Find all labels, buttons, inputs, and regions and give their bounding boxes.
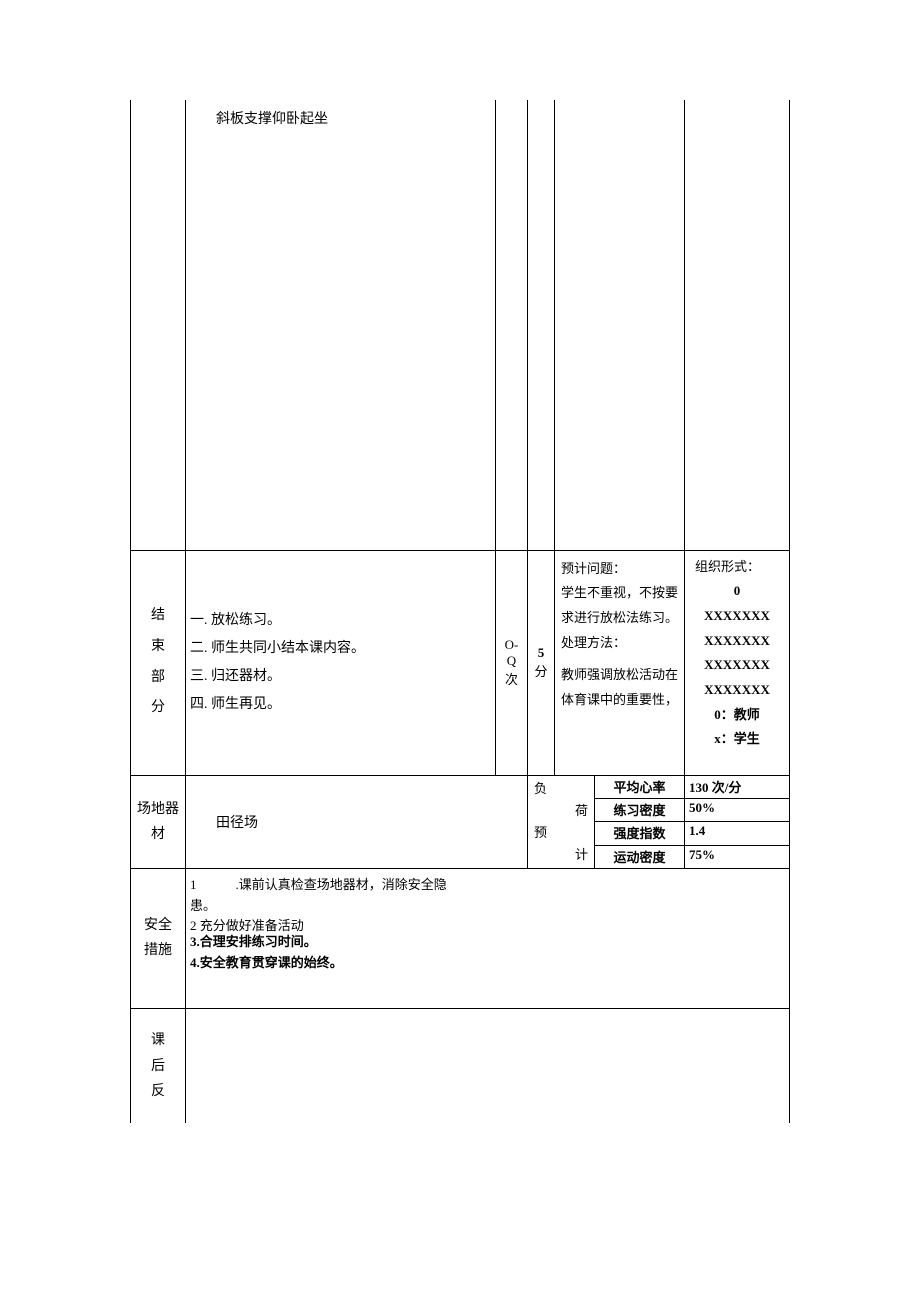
conclusion-org: 组织形式： 0 XXXXXXX XXXXXXX XXXXXXX XXXXXXX … <box>685 550 790 775</box>
org-x-3: XXXXXXX <box>691 653 783 678</box>
avg-hr-label: 平均心率 <box>595 775 685 798</box>
safety-item-3: 3.合理安排练习时间。 <box>190 932 450 953</box>
method-body: 教师强调放松活动在体育课中的重要性， <box>561 663 678 712</box>
org-x-2: XXXXXXX <box>691 629 783 654</box>
safety-label: 安全 措施 <box>131 868 186 1008</box>
method-title: 处理方法： <box>561 631 678 656</box>
conclusion-section-label: 结 束 部 分 <box>131 550 186 775</box>
motion-label: 运动密度 <box>595 845 685 868</box>
row1-reps <box>496 100 528 550</box>
time-text: 5 <box>538 645 545 660</box>
avg-hr-val: 130 次/分 <box>685 775 790 798</box>
conclusion-label-2: 束 <box>151 639 165 654</box>
conclusion-reps: O-Q 次 <box>496 550 528 775</box>
venue-text: 田径场 <box>216 816 258 831</box>
intensity-val: 1.4 <box>685 822 790 845</box>
org-legend-student: x：学生 <box>691 727 783 752</box>
row1-org <box>685 100 790 550</box>
org-x-1: XXXXXXX <box>691 604 783 629</box>
conclusion-item-4: 四. 师生再见。 <box>190 691 491 719</box>
conclusion-item-3: 三. 归还器材。 <box>190 663 491 691</box>
safety-item-1: 1 .课前认真检查场地器材，消除安全隐患。 <box>190 875 450 917</box>
intensity-label: 强度指数 <box>595 822 685 845</box>
conclusion-item-1: 一. 放松练习。 <box>190 607 491 635</box>
safety-item-2: 2 充分做好准备活动 <box>190 916 450 932</box>
reps-text: O-Q <box>505 637 519 668</box>
org-legend-teacher: 0：教师 <box>691 703 783 728</box>
time-unit: 分 <box>534 664 547 679</box>
row1-col1 <box>131 100 186 550</box>
load-l4: 计 <box>534 844 588 866</box>
venue-value: 田径场 <box>186 775 528 868</box>
venue-label: 场地器 材 <box>131 775 186 868</box>
row1-time <box>528 100 555 550</box>
conclusion-item-2: 二. 师生共同小结本课内容。 <box>190 635 491 663</box>
org-x-4: XXXXXXX <box>691 678 783 703</box>
conclusion-label-3: 部 <box>151 670 165 685</box>
row1-text: 斜板支撑仰卧起坐 <box>216 112 328 127</box>
load-l1: 负 <box>534 778 588 800</box>
density-label: 练习密度 <box>595 798 685 821</box>
reflection-content <box>186 1008 790 1123</box>
conclusion-time: 5 分 <box>528 550 555 775</box>
row1-problem <box>555 100 685 550</box>
problem-title: 预计问题： <box>561 557 678 582</box>
conclusion-label-4: 分 <box>151 700 165 715</box>
conclusion-problem: 预计问题： 学生不重视，不按要求进行放松法练习。 处理方法： 教师强调放松活动在… <box>555 550 685 775</box>
safety-item-4: 4.安全教育贯穿课的始终。 <box>190 953 450 974</box>
org-title: 组织形式： <box>691 555 783 580</box>
problem-body: 学生不重视，不按要求进行放松法练习。 <box>561 581 678 630</box>
load-l2: 荷 <box>534 800 588 822</box>
load-l3: 预 <box>534 822 588 844</box>
conclusion-label-1: 结 <box>151 608 165 623</box>
motion-val: 75% <box>685 845 790 868</box>
row1-content: 斜板支撑仰卧起坐 <box>186 100 496 550</box>
org-teacher-sym: 0 <box>691 579 783 604</box>
lesson-plan-table: 斜板支撑仰卧起坐 结 束 部 分 一. 放松练习。 二. 师生共同小结本课内容。… <box>130 100 790 1123</box>
safety-content: 1 .课前认真检查场地器材，消除安全隐患。 2 充分做好准备活动 3.合理安排练… <box>186 868 790 1008</box>
reps-unit: 次 <box>505 672 518 687</box>
load-forecast-label: 负 荷 预 计 <box>528 775 595 868</box>
conclusion-content: 一. 放松练习。 二. 师生共同小结本课内容。 三. 归还器材。 四. 师生再见… <box>186 550 496 775</box>
reflection-label: 课 后 反 <box>131 1008 186 1123</box>
density-val: 50% <box>685 798 790 821</box>
